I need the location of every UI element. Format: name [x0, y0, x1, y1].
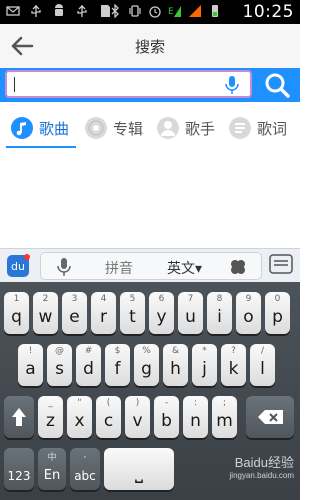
key-p[interactable]: 0p: [265, 292, 290, 334]
key-n[interactable]: :n: [183, 396, 208, 438]
space-key[interactable]: ⎵: [104, 448, 174, 490]
tab-songs[interactable]: 歌曲: [10, 114, 69, 142]
key-x[interactable]: " x: [67, 396, 92, 438]
ime-toolbar: du 拼音 英文▾: [0, 248, 300, 283]
alarm-icon: [149, 6, 161, 18]
key-q[interactable]: 1q: [4, 292, 29, 334]
key-c[interactable]: (c: [96, 396, 121, 438]
key-t[interactable]: 5t: [120, 292, 145, 334]
ime-menu-icon[interactable]: [268, 253, 294, 277]
key-y[interactable]: 6y: [149, 292, 174, 334]
status-bar: E 10:25: [0, 0, 300, 24]
ime-mode-bar: 拼音 英文▾: [40, 252, 262, 280]
backspace-key[interactable]: [246, 396, 294, 438]
active-tab-indicator: [6, 146, 76, 148]
android-icon: [55, 4, 63, 16]
key-l[interactable]: / l: [250, 344, 275, 386]
key-m[interactable]: ; m: [212, 396, 237, 438]
text-caret: [14, 77, 15, 92]
search-bar: [0, 68, 300, 102]
tab-songs-label: 歌曲: [39, 119, 70, 138]
microphone-icon[interactable]: [57, 257, 71, 277]
disc-icon: [85, 117, 107, 139]
title-bar: 搜索: [0, 24, 300, 69]
key-f[interactable]: $ f: [105, 344, 130, 386]
music-note-icon: [11, 117, 33, 139]
edge-signal-icon: E: [168, 6, 181, 17]
singer-icon: [157, 117, 179, 139]
watermark-url: jingyan.baidu.com: [229, 471, 294, 480]
page-title: 搜索: [134, 38, 165, 56]
key-u[interactable]: 7u: [178, 292, 203, 334]
key-z[interactable]: _ z: [38, 396, 63, 438]
pinyin-mode-button[interactable]: 拼音: [105, 258, 133, 278]
key-a[interactable]: ! a: [18, 344, 43, 386]
watermark-text: Baidu经验: [234, 455, 294, 470]
key-d[interactable]: # d: [76, 344, 101, 386]
usb-icon-2: [77, 5, 87, 17]
key-i[interactable]: 8i: [207, 292, 232, 334]
key-h[interactable]: & h: [163, 344, 188, 386]
baidu-ime-logo-icon[interactable]: du: [6, 254, 30, 278]
lyrics-icon: [229, 117, 251, 139]
du-logo-text: du: [11, 260, 25, 273]
key-k[interactable]: ? k: [221, 344, 246, 386]
language-switch-key[interactable]: 中 En: [38, 448, 66, 490]
tab-lyrics-label: 歌词: [257, 119, 288, 138]
key-b[interactable]: -b: [154, 396, 179, 438]
tab-singers[interactable]: 歌手: [156, 114, 215, 142]
bluetooth-icon: [111, 4, 119, 18]
numbers-key[interactable]: 123: [4, 448, 34, 490]
search-icon[interactable]: [258, 69, 296, 101]
key-o[interactable]: 9o: [236, 292, 261, 334]
mail-icon: [6, 6, 20, 16]
key-s[interactable]: @ s: [47, 344, 72, 386]
tab-albums[interactable]: 专辑: [84, 114, 143, 142]
tab-albums-label: 专辑: [113, 119, 144, 138]
vibrate-icon: [129, 5, 141, 17]
usb-icon: [31, 5, 41, 17]
baidu-jingyan-watermark: Baidu经验 jingyan.baidu.com: [230, 452, 294, 480]
abc-key[interactable]: , abc: [70, 448, 100, 490]
shift-key[interactable]: [4, 396, 34, 438]
soft-keyboard: 1q 2w 3e 4r 5t 6y 7u 8i 9o 0p ! a @ s # d $…: [0, 282, 300, 500]
key-v[interactable]: ) v: [125, 396, 150, 438]
key-w[interactable]: 2w: [33, 292, 58, 334]
english-mode-dropdown[interactable]: 英文▾: [167, 258, 202, 278]
key-e[interactable]: 3e: [62, 292, 87, 334]
backspace-icon: [258, 410, 283, 424]
shift-arrow-icon: [12, 408, 26, 426]
search-input[interactable]: [5, 70, 252, 98]
key-j[interactable]: * j: [192, 344, 217, 386]
clover-icon[interactable]: [229, 258, 247, 276]
key-g[interactable]: % g: [134, 344, 159, 386]
status-clock: 10:25: [242, 2, 294, 22]
key-r[interactable]: 4r: [91, 292, 116, 334]
svg-text:E: E: [168, 7, 174, 17]
signal-icon: [189, 5, 201, 17]
battery-icon: [212, 5, 218, 17]
system-icons: E: [108, 4, 222, 18]
notification-icons: [6, 4, 112, 18]
voice-input-icon[interactable]: [224, 75, 240, 95]
tab-lyrics[interactable]: 歌词: [228, 114, 287, 142]
search-category-tabs: 歌曲 专辑 歌手 歌词: [0, 108, 300, 148]
tab-singers-label: 歌手: [185, 119, 216, 138]
